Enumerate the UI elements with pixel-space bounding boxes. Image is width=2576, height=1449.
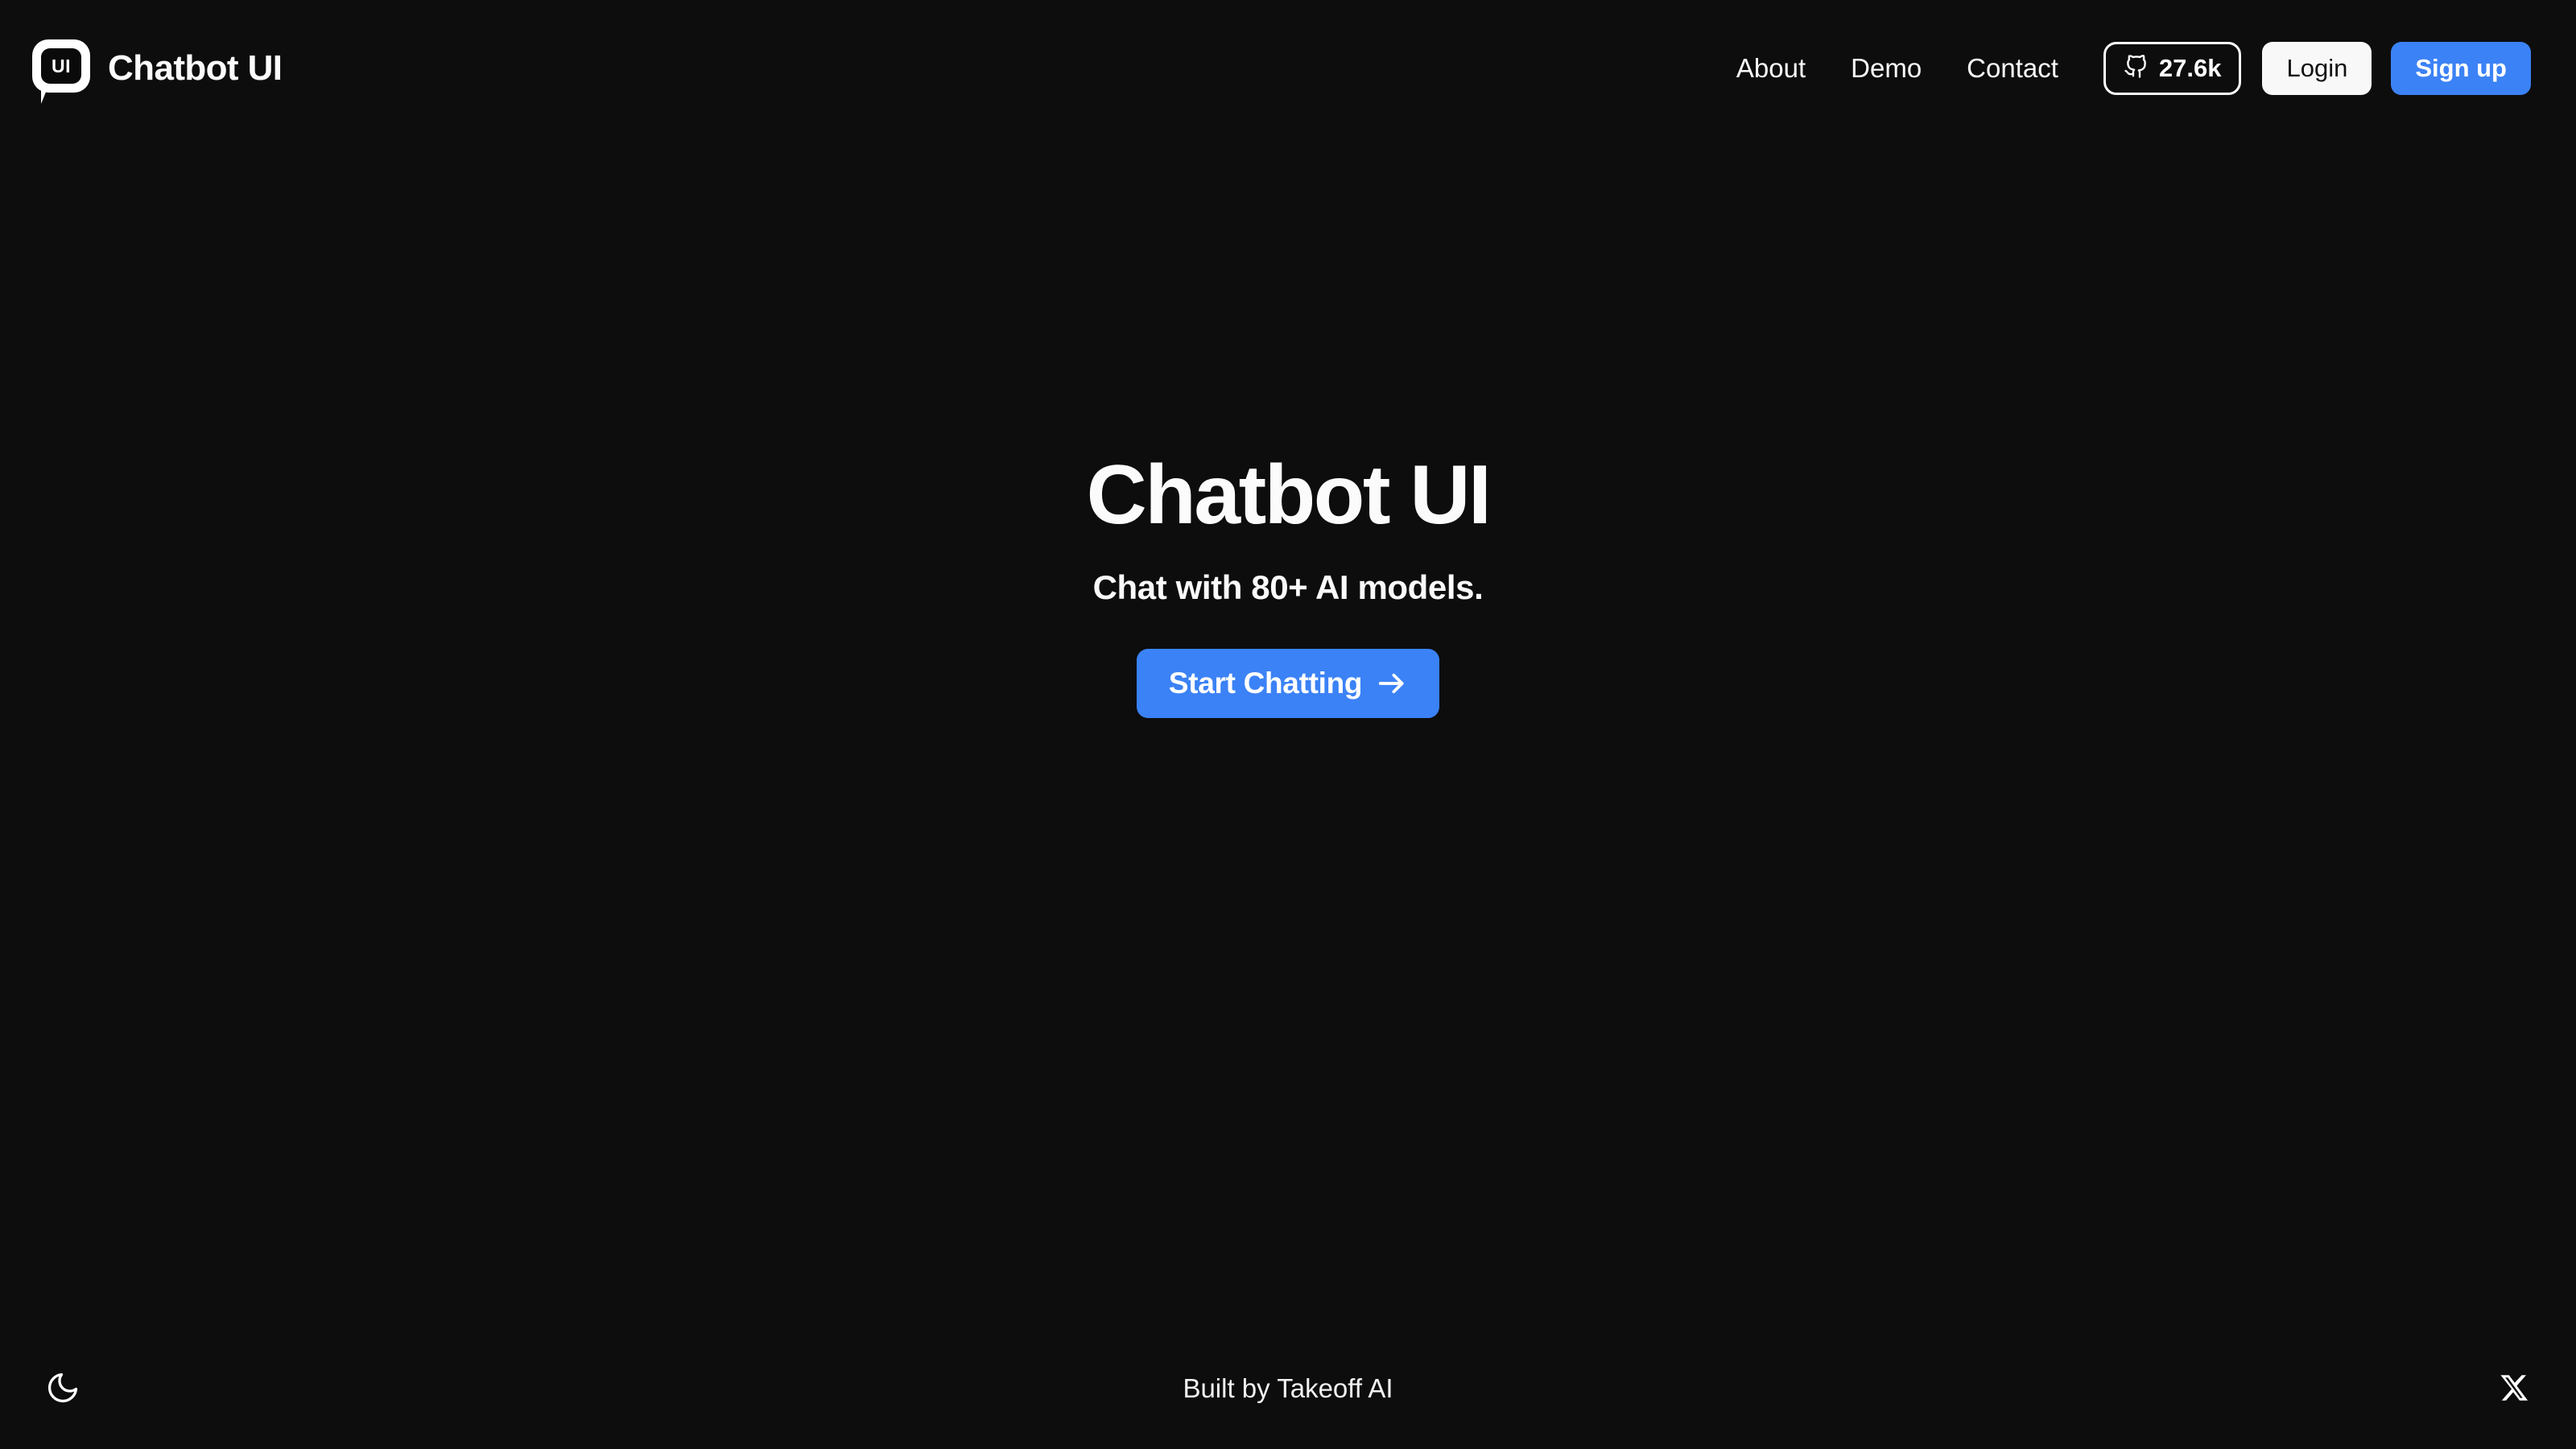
site-header: UI Chatbot UI About Demo Contact 27.6k L… bbox=[0, 0, 2576, 137]
nav-link-contact[interactable]: Contact bbox=[1944, 53, 2081, 84]
nav-link-about[interactable]: About bbox=[1714, 53, 1828, 84]
login-button[interactable]: Login bbox=[2262, 42, 2372, 95]
footer-center: Built by Takeoff AI bbox=[206, 1373, 2370, 1404]
github-icon bbox=[2124, 54, 2148, 83]
logo-inner-square: UI bbox=[41, 48, 81, 84]
signup-button[interactable]: Sign up bbox=[2391, 42, 2531, 95]
site-footer: Built by Takeoff AI bbox=[0, 1328, 2576, 1449]
start-chatting-label: Start Chatting bbox=[1168, 667, 1363, 700]
hero-section: Chatbot UI Chat with 80+ AI models. Star… bbox=[0, 448, 2576, 719]
hero-subtitle: Chat with 80+ AI models. bbox=[1092, 568, 1484, 607]
logo-monogram: UI bbox=[52, 55, 71, 76]
footer-left bbox=[45, 1370, 206, 1408]
speech-bubble-tail bbox=[41, 86, 59, 104]
moon-icon bbox=[45, 1370, 80, 1408]
github-star-count: 27.6k bbox=[2158, 54, 2222, 82]
footer-credit: Built by Takeoff AI bbox=[1183, 1373, 1393, 1403]
github-stars-badge[interactable]: 27.6k bbox=[2103, 42, 2242, 95]
page-title: Chatbot UI bbox=[1086, 448, 1492, 542]
nav-link-demo[interactable]: Demo bbox=[1828, 53, 1944, 84]
arrow-right-icon bbox=[1377, 668, 1407, 699]
brand-logo[interactable]: UI Chatbot UI bbox=[32, 20, 283, 117]
x-twitter-link[interactable] bbox=[2497, 1371, 2531, 1407]
brand-name: Chatbot UI bbox=[108, 48, 283, 88]
main-nav: About Demo Contact 27.6k Login Sign up bbox=[1714, 42, 2531, 95]
chatbot-ui-logo-icon: UI bbox=[32, 39, 90, 104]
x-twitter-icon bbox=[2497, 1371, 2531, 1407]
footer-right bbox=[2370, 1371, 2531, 1407]
theme-toggle-button[interactable] bbox=[45, 1370, 80, 1408]
start-chatting-button[interactable]: Start Chatting bbox=[1136, 649, 1440, 719]
